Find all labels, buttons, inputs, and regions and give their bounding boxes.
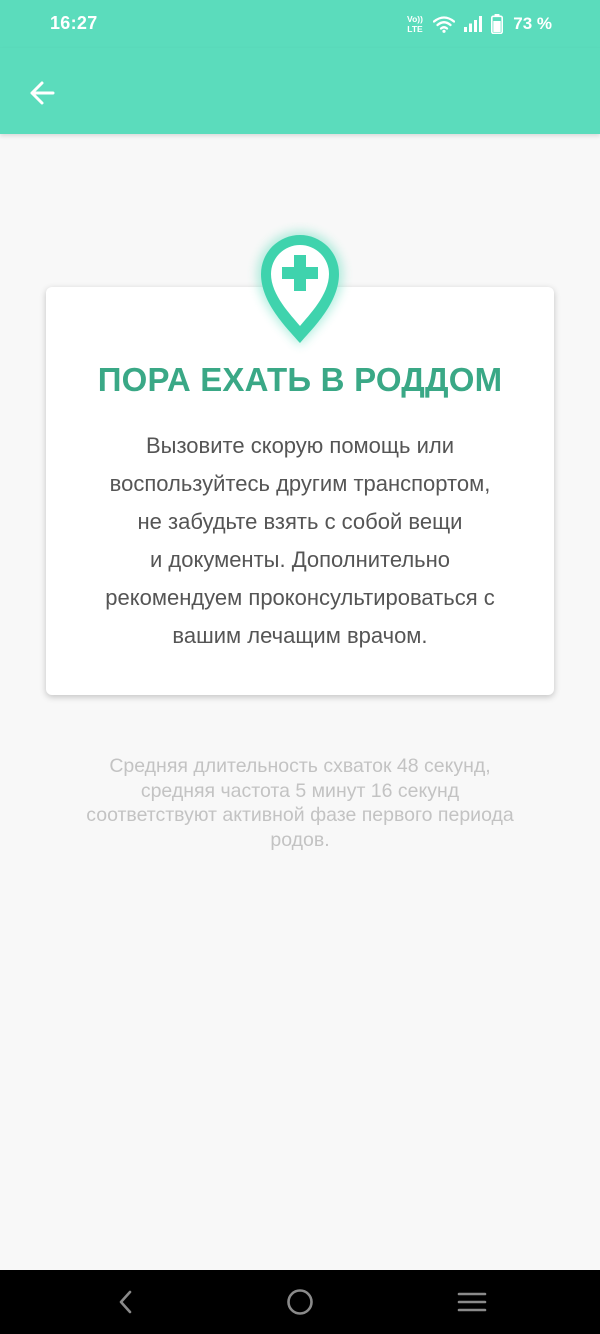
nav-back-icon	[119, 1290, 132, 1314]
map-pin-medical-cross-icon	[257, 231, 343, 346]
arrow-back-icon	[30, 81, 55, 105]
nav-menu-button[interactable]	[452, 1282, 492, 1322]
lte-label: LTE	[408, 24, 424, 34]
battery-percent: 73 %	[513, 14, 552, 33]
wifi-icon	[433, 16, 456, 33]
app-bar	[0, 48, 600, 134]
card-body-text: Вызовите скорую помощь или воспользуйтес…	[105, 433, 495, 648]
signal-icon	[464, 16, 483, 32]
status-bar: 16:27 Vo)) LTE 73 %	[0, 0, 600, 48]
status-icons: Vo)) LTE 73 %	[405, 12, 552, 36]
status-time: 16:27	[50, 13, 98, 33]
volte-label: Vo))	[407, 14, 423, 24]
nav-home-icon	[287, 1289, 313, 1315]
nav-home-button[interactable]	[280, 1282, 320, 1322]
back-button[interactable]	[18, 69, 66, 117]
nav-back-button[interactable]	[106, 1282, 146, 1322]
nav-menu-icon	[457, 1292, 487, 1312]
battery-icon	[491, 14, 504, 34]
contraction-summary-text: Средняя длительность схваток 48 секунд, …	[86, 755, 514, 851]
system-nav-bar	[0, 1270, 600, 1334]
card-title: ПОРА ЕХАТЬ В РОДДОМ	[97, 361, 503, 398]
volte-icon: Vo)) LTE	[407, 14, 424, 34]
